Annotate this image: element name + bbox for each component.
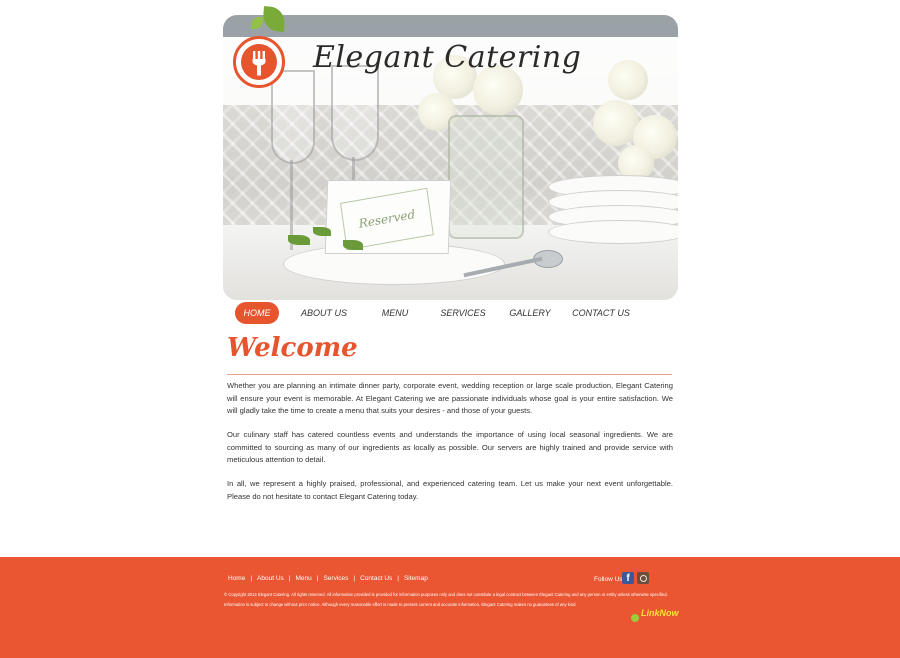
brand-name[interactable]: Elegant Catering <box>313 40 581 75</box>
follow-us-label: Follow Us <box>594 576 623 583</box>
footer-link-about-us[interactable]: About Us <box>257 575 284 582</box>
linknow-logo-icon <box>631 614 639 622</box>
plate-stack-4 <box>548 220 678 244</box>
page-title: Welcome <box>227 333 358 363</box>
nav-item-services[interactable]: SERVICES <box>435 302 491 324</box>
facebook-icon[interactable]: f <box>622 572 634 584</box>
vase <box>448 115 524 239</box>
footer-link-services[interactable]: Services <box>323 575 348 582</box>
title-divider <box>227 374 672 375</box>
hero-top-band <box>223 15 678 37</box>
staff-paragraph: Our culinary staff has catered countless… <box>227 430 673 465</box>
intro-paragraph: Whether you are planning an intimate din… <box>227 381 673 416</box>
footer-nav: Home | About Us | Menu | Services | Cont… <box>228 575 428 582</box>
leaf-decoration <box>313 227 331 236</box>
leaf-decoration <box>288 235 310 245</box>
footer-separator: | <box>316 575 319 582</box>
logo[interactable] <box>233 36 285 88</box>
footer-link-home[interactable]: Home <box>228 575 245 582</box>
rose <box>608 60 648 100</box>
wine-glass-right <box>331 65 379 161</box>
nav-item-gallery[interactable]: GALLERY <box>505 302 555 324</box>
footer-link-menu[interactable]: Menu <box>296 575 312 582</box>
footer-separator: | <box>250 575 253 582</box>
footer-link-sitemap[interactable]: Sitemap <box>404 575 428 582</box>
footer-link-contact-us[interactable]: Contact Us <box>360 575 392 582</box>
copyright-text: © Copyright 2014 Elegant Catering. All r… <box>224 592 668 607</box>
wine-glass-left <box>271 70 315 164</box>
footer-separator: | <box>288 575 291 582</box>
nav-item-contact-us[interactable]: CONTACT US <box>568 302 634 324</box>
closing-paragraph: In all, we represent a highly praised, p… <box>227 479 673 501</box>
nav-item-about-us[interactable]: ABOUT US <box>282 302 366 324</box>
logo-inner-circle <box>241 44 277 80</box>
nav-item-menu[interactable]: MENU <box>375 302 415 324</box>
footer-separator: | <box>353 575 356 582</box>
nav-item-home[interactable]: HOME <box>235 302 279 324</box>
fork-icon <box>252 51 266 76</box>
main-nav: HOME ABOUT US MENU SERVICES GALLERY CONT… <box>235 302 634 324</box>
page: Reserved Elegant Catering HOME ABOUT US … <box>0 0 900 658</box>
instagram-icon[interactable] <box>637 572 649 584</box>
footer-separator: | <box>397 575 399 582</box>
linknow-logo[interactable]: LinkNow <box>641 608 679 618</box>
leaf-decoration <box>343 240 363 250</box>
rose <box>593 100 639 146</box>
